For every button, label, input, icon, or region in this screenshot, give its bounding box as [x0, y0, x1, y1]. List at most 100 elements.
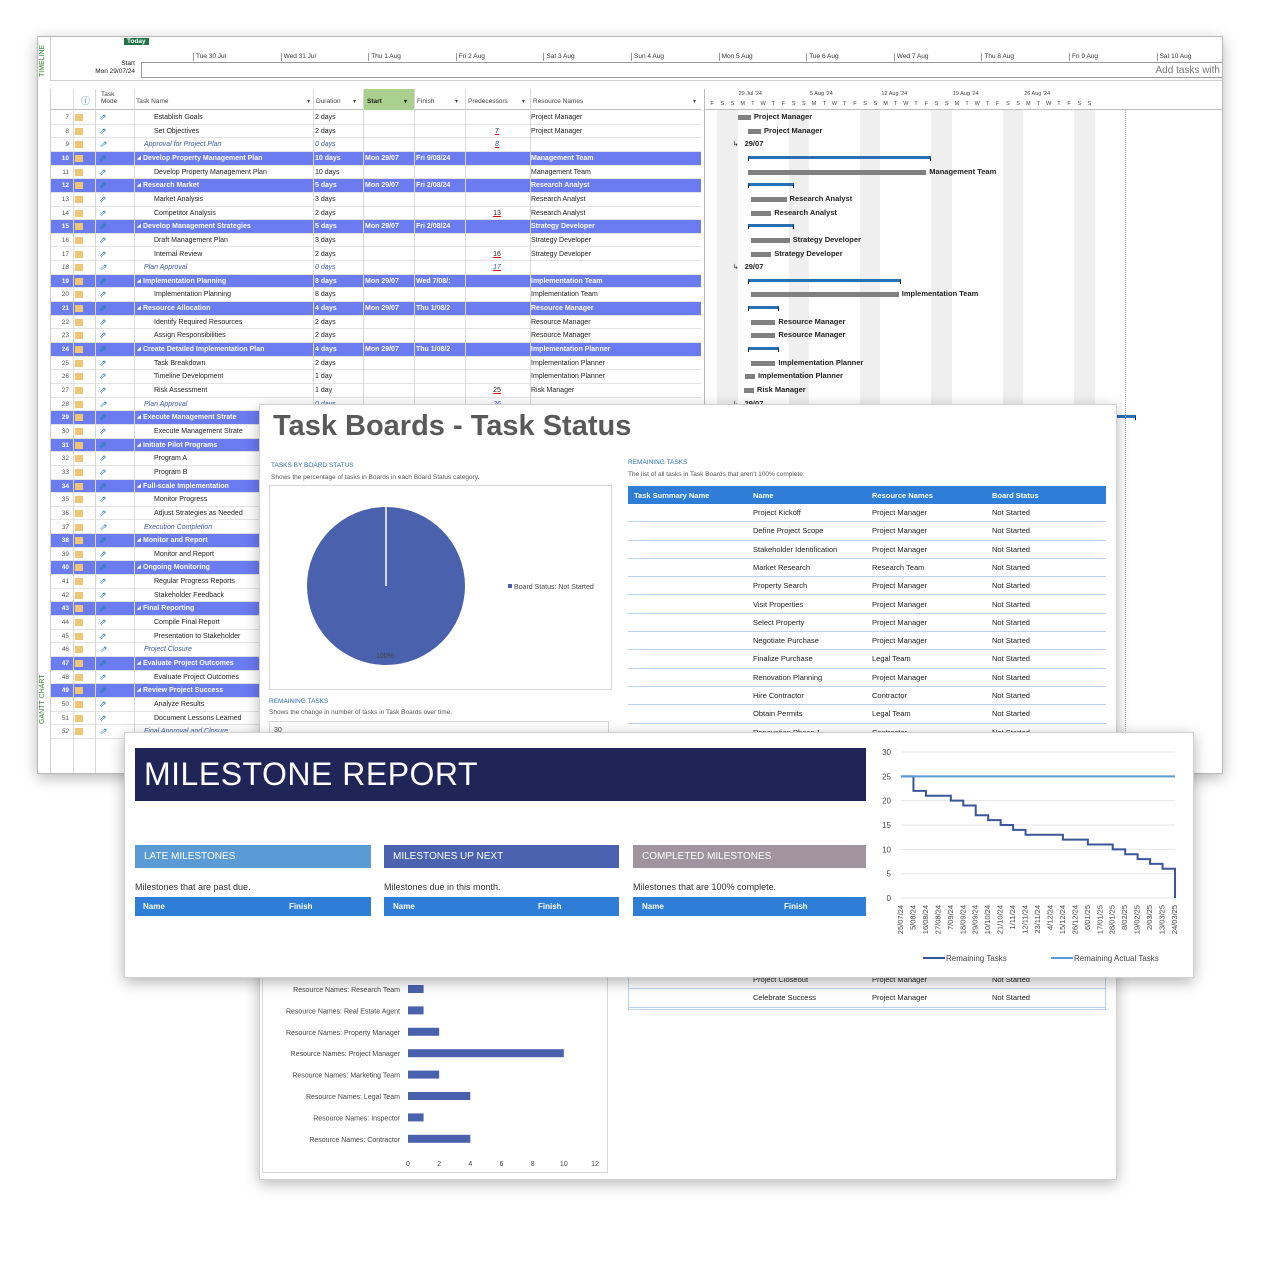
resource-names[interactable]: Implementation Team [531, 275, 701, 288]
duration[interactable]: 8 days [315, 275, 363, 288]
finish[interactable] [416, 138, 465, 151]
start[interactable]: Mon 29/07 [365, 275, 414, 288]
predecessors[interactable] [466, 329, 528, 342]
task-bar[interactable] [737, 115, 751, 120]
collapse-triangle-icon[interactable]: ◢ [137, 302, 143, 315]
predecessors[interactable] [466, 275, 528, 288]
table-row[interactable]: 8 ⇗ Set Objectives 2 days 7 Project Manager [51, 125, 701, 139]
table-row[interactable]: Project Kickoff Project Manager Not Starte… [628, 504, 1106, 523]
table-row[interactable]: Renovation Planning Project Manager Not St… [628, 669, 1106, 687]
task-name[interactable]: Set Objectives [154, 125, 313, 138]
task-name[interactable]: Create Detailed Implementation Plan [143, 343, 319, 356]
duration[interactable]: 1 day [315, 370, 363, 383]
th-name[interactable]: Name [143, 897, 165, 916]
table-row[interactable]: Obtain Permits Legal Team Not Started [628, 705, 1106, 724]
predecessors[interactable]: 25 [466, 384, 528, 397]
resource-names[interactable]: Risk Manager [531, 384, 701, 397]
summary-row[interactable]: 21 ⇗ Resource Allocation ◢ 4 days Mon 29/07 Th… [51, 302, 701, 316]
start[interactable]: Mon 29/07 [365, 302, 414, 315]
th-name[interactable]: Name [393, 897, 415, 916]
th-name[interactable]: Name [753, 491, 773, 500]
table-row[interactable]: 13 ⇗ Market Analysis 3 days Research Analyst [51, 193, 701, 207]
chevron-down-icon[interactable]: ▾ [693, 98, 696, 105]
collapse-triangle-icon[interactable]: ◢ [137, 602, 143, 615]
start[interactable] [365, 261, 414, 274]
milestone-row[interactable]: 9 ⇗ Approval for Project Plan 0 days 8 [51, 138, 701, 152]
task-bar[interactable] [750, 196, 787, 202]
finish[interactable] [416, 370, 465, 383]
chevron-down-icon[interactable]: ▾ [522, 98, 525, 105]
resource-names[interactable]: Resource Manager [531, 302, 701, 315]
remaining-tasks-line-chart[interactable]: 0 5 10 15 20 25 30 25/07/24 5/08/24 16/08/24 27/08… [873, 733, 1193, 978]
finish[interactable] [416, 357, 465, 370]
collapse-triangle-icon[interactable]: ◢ [137, 657, 143, 670]
table-row[interactable]: 17 ⇗ Internal Review 2 days 16 Strategy Devel… [51, 248, 701, 262]
duration[interactable]: 2 days [315, 316, 363, 329]
task-bar[interactable] [750, 237, 790, 243]
collapse-triangle-icon[interactable]: ◢ [137, 439, 143, 452]
table-row[interactable]: 27 ⇗ Risk Assessment 1 day 25 Risk Manager [51, 384, 701, 398]
finish[interactable]: Fri 2/08/24 [416, 179, 465, 192]
bar-2[interactable] [408, 1027, 440, 1036]
bar-chart-resource-names[interactable]: Resource Names: Research Team Resource Na… [262, 975, 608, 1173]
finish[interactable]: Thu 1/08/2 [416, 302, 465, 315]
predecessors[interactable] [466, 343, 528, 356]
finish[interactable]: Fri 9/08/24 [416, 152, 465, 165]
predecessors[interactable] [466, 111, 528, 124]
bar-0[interactable] [408, 985, 424, 993]
start[interactable] [365, 138, 414, 151]
predecessors[interactable]: 17 [466, 261, 528, 274]
finish[interactable] [416, 288, 465, 301]
finish[interactable] [416, 329, 465, 342]
table-row[interactable]: 11 ⇗ Develop Property Management Plan 10 da… [51, 166, 701, 180]
finish[interactable] [416, 261, 465, 274]
table-row[interactable]: 25 ⇗ Task Breakdown 2 days Implementation Pl… [51, 357, 701, 371]
summary-bar[interactable] [747, 278, 901, 284]
start[interactable]: Mon 29/07 [365, 220, 414, 233]
summary-bar[interactable] [747, 224, 794, 230]
predecessors[interactable] [466, 370, 528, 383]
duration[interactable]: 10 days [315, 166, 363, 179]
finish[interactable] [416, 316, 465, 329]
summary-bar[interactable] [747, 306, 780, 312]
start[interactable] [365, 357, 414, 370]
resource-names[interactable]: Research Analyst [531, 207, 701, 220]
predecessors[interactable] [466, 166, 528, 179]
th-resource-names[interactable]: Resource Names [872, 491, 933, 500]
resource-names[interactable]: Resource Manager [531, 316, 701, 329]
table-row[interactable]: Property Search Project Manager Not Starte… [628, 577, 1106, 596]
finish[interactable]: Wed 7/08/: [416, 275, 465, 288]
timeline-strip[interactable]: Today Tue 30 Jul Wed 31 Jul Thu 1 Aug Fri 2… [51, 37, 1222, 81]
collapse-triangle-icon[interactable]: ◢ [137, 343, 143, 356]
predecessors[interactable] [466, 193, 528, 206]
table-row[interactable]: 14 ⇗ Competitor Analysis 2 days 13 Research A… [51, 207, 701, 221]
start[interactable] [365, 207, 414, 220]
duration[interactable]: 1 day [315, 384, 363, 397]
predecessors[interactable] [466, 234, 528, 247]
task-name[interactable]: Establish Goals [154, 111, 313, 124]
finish[interactable] [416, 248, 465, 261]
th-finish[interactable]: Finish [289, 897, 313, 916]
duration[interactable]: 4 days [315, 343, 363, 356]
task-bar[interactable] [747, 128, 762, 134]
resource-names[interactable]: Implementation Team [531, 288, 701, 301]
task-bar[interactable] [750, 333, 776, 339]
start[interactable] [365, 329, 414, 342]
collapse-triangle-icon[interactable]: ◢ [137, 275, 143, 288]
task-bar[interactable] [743, 388, 754, 393]
summary-bar[interactable] [747, 155, 932, 161]
table-row[interactable]: Select Property Project Manager Not Starte… [628, 614, 1106, 633]
finish[interactable] [416, 207, 465, 220]
table-row[interactable]: 26 ⇗ Timeline Development 1 day Implementati… [51, 370, 701, 384]
task-name[interactable]: Timeline Development [154, 370, 313, 383]
table-row[interactable]: 16 ⇗ Draft Management Plan 3 days Strategy D… [51, 234, 701, 248]
start[interactable] [365, 384, 414, 397]
predecessors[interactable] [466, 288, 528, 301]
collapse-triangle-icon[interactable]: ◢ [137, 561, 143, 574]
table-row[interactable]: Market Research Research Team Not Started [628, 559, 1106, 578]
col-resource-names[interactable]: Resource Names [533, 98, 583, 105]
predecessors[interactable]: 8 [466, 138, 528, 151]
finish[interactable] [416, 166, 465, 179]
table-row[interactable]: Define Project Scope Project Manager Not S… [628, 522, 1106, 541]
duration[interactable]: 2 days [315, 248, 363, 261]
